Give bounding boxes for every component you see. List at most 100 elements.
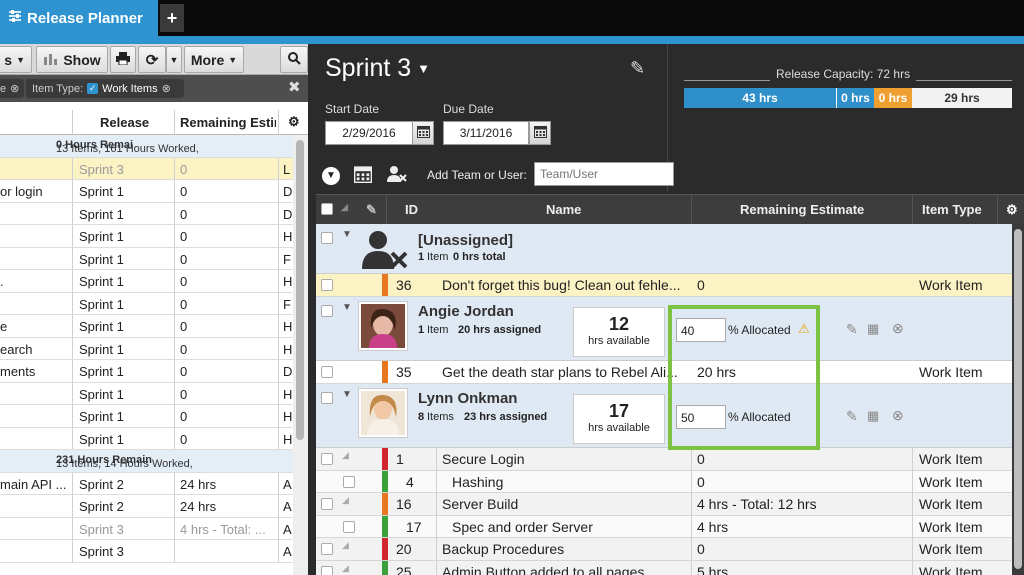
- row-checkbox[interactable]: [321, 453, 333, 465]
- row-checkbox[interactable]: [321, 232, 333, 244]
- expand-triangle-icon[interactable]: ◢: [342, 563, 349, 574]
- expand-triangle-icon[interactable]: ◢: [342, 540, 349, 551]
- row-remaining: 0: [180, 431, 188, 447]
- due-calendar-button[interactable]: [529, 121, 551, 145]
- backlog-scroll-thumb[interactable]: [296, 140, 304, 440]
- partial-menu-label: s: [4, 51, 13, 68]
- column-release[interactable]: Release: [100, 115, 149, 130]
- table-row[interactable]: ◢ 20 Backup Procedures 0 Work Item: [316, 538, 1012, 561]
- table-row[interactable]: e Sprint 1 0 H: [0, 315, 293, 338]
- table-row[interactable]: 17 Spec and order Server 4 hrs Work Item: [316, 515, 1012, 538]
- start-calendar-button[interactable]: [412, 121, 434, 145]
- select-all-checkbox[interactable]: [321, 203, 333, 215]
- collapse-all-icon[interactable]: ▼: [322, 167, 340, 185]
- new-tab-button[interactable]: +: [160, 4, 184, 32]
- column-divider: [174, 247, 175, 270]
- remove-circle-icon[interactable]: ⊗: [892, 320, 904, 337]
- row-type: Work Item: [919, 541, 983, 557]
- table-row[interactable]: ◢ 16 Server Build 4 hrs - Total: 12 hrs Work…: [316, 493, 1012, 516]
- partial-menu-button[interactable]: s ▼: [0, 46, 32, 73]
- column-name[interactable]: Name: [546, 202, 581, 217]
- table-row[interactable]: Sprint 2 24 hrs A: [0, 495, 293, 518]
- row-release: Sprint 1: [79, 229, 124, 244]
- table-row[interactable]: . Sprint 1 0 H: [0, 270, 293, 293]
- show-button[interactable]: Show: [36, 46, 108, 73]
- table-row[interactable]: Sprint 3 0 L: [0, 157, 293, 180]
- table-row[interactable]: ◢ 1 Secure Login 0 Work Item: [316, 448, 1012, 471]
- table-row[interactable]: Sprint 1 0 D: [0, 202, 293, 225]
- table-row[interactable]: Sprint 1 0 H: [0, 405, 293, 428]
- table-row[interactable]: Sprint 3 A: [0, 540, 293, 563]
- column-remaining-estimate[interactable]: Remaining Estimate: [740, 202, 864, 217]
- close-circle-icon[interactable]: ⊗: [162, 82, 171, 95]
- sprint-selector[interactable]: Sprint 3 ▼: [325, 54, 430, 83]
- search-button[interactable]: [280, 46, 308, 73]
- gear-icon[interactable]: ⚙: [1006, 202, 1018, 218]
- tab-release-planner[interactable]: Release Planner: [0, 0, 158, 36]
- start-date-input[interactable]: 2/29/2016: [325, 121, 413, 145]
- expand-triangle-icon[interactable]: ◢: [342, 495, 349, 506]
- filter-chip-item-type[interactable]: Item Type: ✓ Work Items ⊗: [26, 79, 184, 98]
- group-header[interactable]: 13 Items, 14 Hours Worked, 231 Hours Rem…: [0, 450, 293, 473]
- table-row[interactable]: main API ... Sprint 2 24 hrs A: [0, 472, 293, 495]
- gear-icon[interactable]: ⚙: [288, 114, 300, 130]
- row-checkbox[interactable]: [343, 520, 355, 533]
- table-row[interactable]: 36 Don't forget this bug! Clean out fehl…: [316, 274, 1012, 297]
- table-row[interactable]: 4 Hashing 0 Work Item: [316, 470, 1012, 493]
- more-button[interactable]: More ▼: [184, 46, 244, 73]
- table-row[interactable]: Sprint 1 0 H: [0, 427, 293, 450]
- refresh-dropdown[interactable]: ▼: [166, 46, 182, 73]
- table-row[interactable]: earch Sprint 1 0 H: [0, 337, 293, 360]
- table-row[interactable]: Sprint 1 0 H: [0, 225, 293, 248]
- pencil-icon[interactable]: ✎: [846, 321, 858, 338]
- pencil-icon[interactable]: ✎: [846, 408, 858, 425]
- grid-scroll-thumb[interactable]: [1014, 229, 1022, 569]
- expand-triangle-icon[interactable]: ◢: [342, 450, 349, 461]
- row-checkbox[interactable]: [321, 392, 333, 404]
- remove-user-icon[interactable]: [386, 164, 408, 187]
- column-remaining[interactable]: Remaining Estim: [180, 115, 276, 130]
- table-row[interactable]: 35 Get the death star plans to Rebel Ali…: [316, 361, 1012, 384]
- due-date-label: Due Date: [443, 102, 494, 116]
- row-checkbox[interactable]: [321, 565, 333, 575]
- refresh-button[interactable]: ⟳: [138, 46, 166, 73]
- due-date-input[interactable]: 3/11/2016: [443, 121, 529, 145]
- row-release: Sprint 1: [79, 341, 124, 357]
- table-row[interactable]: ments Sprint 1 0 D: [0, 360, 293, 383]
- column-item-type[interactable]: Item Type: [922, 202, 982, 217]
- table-row[interactable]: Sprint 1 0 H: [0, 382, 293, 405]
- group-summary: 13 Items, 14 Hours Worked, 231 Hours Rem…: [56, 454, 193, 470]
- row-checkbox[interactable]: [343, 475, 355, 488]
- table-row[interactable]: or login Sprint 1 0 D: [0, 180, 293, 203]
- team-user-input[interactable]: [534, 162, 674, 186]
- column-divider: [997, 195, 998, 225]
- column-divider: [912, 448, 913, 470]
- checkbox-checked-icon[interactable]: ✓: [87, 83, 99, 94]
- row-checkbox[interactable]: [321, 498, 333, 510]
- group-header[interactable]: 13 Items, 161 Hours Worked, 0 Hours Rema…: [0, 135, 293, 158]
- row-checkbox[interactable]: [321, 366, 333, 378]
- calendar-icon[interactable]: ▦: [867, 408, 879, 424]
- table-row[interactable]: Sprint 1 0 F: [0, 247, 293, 270]
- table-row[interactable]: ◢ 25 Admin Button added to all pages 5 hrs W…: [316, 560, 1012, 575]
- filter-chip-partial[interactable]: e ⊗: [0, 79, 24, 98]
- row-checkbox[interactable]: [321, 279, 333, 291]
- pencil-icon[interactable]: ✎: [630, 58, 645, 79]
- calendar-icon[interactable]: ▦: [867, 321, 879, 337]
- show-label: Show: [63, 51, 101, 68]
- collapse-caret-icon[interactable]: ▼: [342, 389, 352, 400]
- row-checkbox[interactable]: [321, 543, 333, 555]
- column-divider: [912, 195, 913, 225]
- collapse-caret-icon[interactable]: ▼: [342, 229, 352, 240]
- table-row[interactable]: Sprint 3 4 hrs - Total: ... A: [0, 517, 293, 540]
- remove-circle-icon[interactable]: ⊗: [892, 407, 904, 424]
- row-checkbox[interactable]: [321, 305, 333, 317]
- print-button[interactable]: [110, 46, 136, 73]
- calendar-icon[interactable]: [354, 165, 372, 186]
- collapse-caret-icon[interactable]: ▼: [342, 302, 352, 313]
- clear-filters-icon[interactable]: ✖: [288, 78, 301, 96]
- close-circle-icon[interactable]: ⊗: [10, 82, 19, 95]
- column-divider: [72, 472, 73, 495]
- column-id[interactable]: ID: [405, 202, 418, 217]
- table-row[interactable]: Sprint 1 0 F: [0, 292, 293, 315]
